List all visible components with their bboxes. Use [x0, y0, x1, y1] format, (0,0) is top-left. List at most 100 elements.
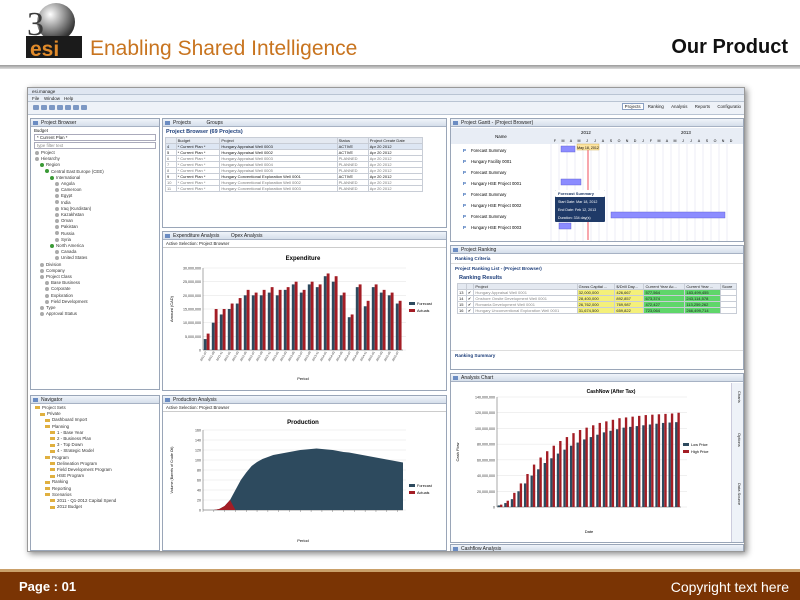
tree-node-icon [55, 237, 59, 242]
cashflow-bar-high-price [539, 457, 542, 507]
refresh-icon[interactable] [57, 105, 63, 110]
tab-analysis-chart[interactable]: Analysis Chart [461, 375, 493, 381]
ranking-results-heading[interactable]: Ranking Results [451, 273, 743, 283]
tree-item-label: Approval Status [46, 311, 77, 317]
navigator-item-label: Field Development Program [57, 467, 112, 473]
back-icon[interactable] [73, 105, 79, 110]
tree-node-icon [45, 287, 49, 292]
navigator-item[interactable]: 2012 Budget [35, 504, 159, 510]
table-row[interactable]: 11 * Current Plan * Hungary Conventional E… [165, 185, 424, 192]
expenditure-bar-actuals [230, 303, 234, 350]
tree-node-icon [50, 175, 54, 180]
folder-icon [50, 443, 55, 447]
expenditure-bar-forecast [387, 295, 391, 350]
table-row[interactable]: 15 ✔ Romania Development Well 0001 26,762,0… [457, 301, 738, 308]
project-browser-panel: Project Browser Budget * Current Plan * … [30, 118, 160, 390]
production-y-tick: 20 [197, 499, 201, 503]
menu-window[interactable]: Window [44, 95, 60, 102]
tree-item[interactable]: Approval Status [35, 311, 159, 317]
tagline: Enabling Shared Intelligence [90, 37, 358, 60]
navigator-item-label: Delineation Program [57, 460, 98, 466]
ranking-criteria-section[interactable]: Ranking Criteria [451, 254, 743, 264]
tab-cashflow-analysis[interactable]: Cashflow Analysis [461, 546, 501, 551]
side-tab-data-source[interactable]: Data Source [737, 483, 742, 505]
table-row[interactable]: 9 * Current Plan * Hungary Conventional Ex… [165, 173, 424, 180]
filter-input[interactable]: type filter text [34, 142, 156, 149]
tree-item-label: Corporate [51, 286, 71, 292]
ranking-title: Project Ranking [451, 246, 743, 254]
folder-icon [50, 462, 55, 466]
cashflow-bar-low-price [675, 422, 678, 507]
tree-node-icon [55, 231, 59, 236]
tab-opex-analysis[interactable]: Opex Analysis [231, 233, 263, 239]
expenditure-legend-swatch [409, 302, 415, 305]
cashflow-legend-swatch [683, 443, 689, 446]
expenditure-bar-forecast [379, 292, 383, 350]
browser-icon [33, 121, 38, 125]
gantt-month: J [682, 139, 684, 143]
navigator-item-label: Reporting [52, 485, 72, 491]
gantt-row-label: Hungary Facility 0001 [471, 159, 512, 164]
table-cell: 11 [165, 185, 177, 192]
production-y-tick: 160 [195, 429, 201, 433]
menu-help[interactable]: Help [64, 95, 73, 102]
folder-icon [50, 449, 55, 453]
tree-item-label: Angola [61, 181, 75, 187]
expenditure-tab-icon [165, 234, 170, 238]
cashflow-y-tick: 140,000,000 [475, 396, 495, 400]
tab-groups[interactable]: Groups [206, 120, 222, 126]
ranking-list-section[interactable]: Project Ranking List - (Project Browser) [451, 264, 743, 273]
cashflow-bar-high-price [500, 504, 503, 507]
window-titlebar: esi.manage [28, 88, 744, 95]
tab-projects[interactable]: Projects [173, 120, 191, 126]
tree-node-icon [40, 262, 44, 267]
table-row[interactable]: 13 ✔ Hungary Appraisal Well 0001 32,000,000… [457, 289, 738, 296]
tree-node-icon [55, 250, 59, 255]
ranking-summary-section[interactable]: Ranking Summary [451, 350, 743, 360]
expenditure-bar-forecast [355, 287, 359, 350]
side-tab-charts[interactable]: Charts [737, 391, 742, 403]
tab-expenditure-analysis[interactable]: Expenditure Analysis [173, 233, 219, 239]
help-icon[interactable] [65, 105, 71, 110]
cashflow-bar-low-price [661, 422, 665, 507]
budget-label: Budget [34, 128, 48, 133]
expenditure-bar-actuals [238, 298, 242, 350]
expenditure-bar-actuals [246, 289, 250, 350]
production-y-tick: 60 [197, 479, 201, 483]
print-icon[interactable] [49, 105, 55, 110]
gantt-month: M [674, 139, 677, 143]
new-icon[interactable] [33, 105, 39, 110]
gantt-month: O [714, 139, 717, 143]
table-row[interactable]: 14 ✔ Onshore Onsite Development Well 0001 2… [457, 295, 738, 302]
analysis-chart-tabbar: Analysis Chart [451, 374, 743, 382]
tab-production-analysis[interactable]: Production Analysis [173, 397, 217, 403]
table-row[interactable]: 16 ✔ Hungary Unconventional Exploration We… [457, 307, 738, 314]
side-tab-options[interactable]: Options [737, 433, 742, 447]
navigator-item-label: Private [47, 411, 61, 417]
budget-select[interactable]: * Current Plan * [34, 134, 156, 141]
perspective-reports[interactable]: Reports [692, 104, 713, 109]
navigator-item-label: 4 - Strategic Model [57, 448, 94, 454]
gantt-chart: Name2012 2013F M A M J J A S O N D J F M A M J J A S O N DForec… [451, 128, 743, 241]
perspective-ranking[interactable]: Ranking [645, 104, 667, 109]
tree-node-icon [55, 200, 59, 205]
forward-icon[interactable] [81, 105, 87, 110]
tree-item-label: Division [46, 261, 62, 267]
gantt-month: M [658, 139, 661, 143]
cashflow-legend-swatch [683, 450, 689, 453]
cashflow-y-tick: 0 [493, 506, 495, 510]
expenditure-bar-forecast [243, 295, 247, 350]
navigator-item-label: Project Sets [42, 405, 66, 410]
perspective-projects[interactable]: Projects [621, 103, 644, 110]
table-row[interactable]: 10 * Current Plan * Hungary Conventional E… [165, 179, 424, 186]
save-icon[interactable] [41, 105, 47, 110]
expenditure-bar-actuals [326, 273, 330, 350]
menu-file[interactable]: File [32, 95, 39, 102]
perspective-configuration[interactable]: Configuratio [714, 104, 744, 109]
perspective-analysis[interactable]: Analysis [668, 104, 690, 109]
table-cell [719, 307, 738, 314]
cashflow-bar-high-price [513, 492, 516, 507]
tree-node-icon [55, 188, 59, 193]
table-cell: PLANNED [336, 185, 369, 192]
expenditure-bar-forecast [275, 295, 279, 350]
